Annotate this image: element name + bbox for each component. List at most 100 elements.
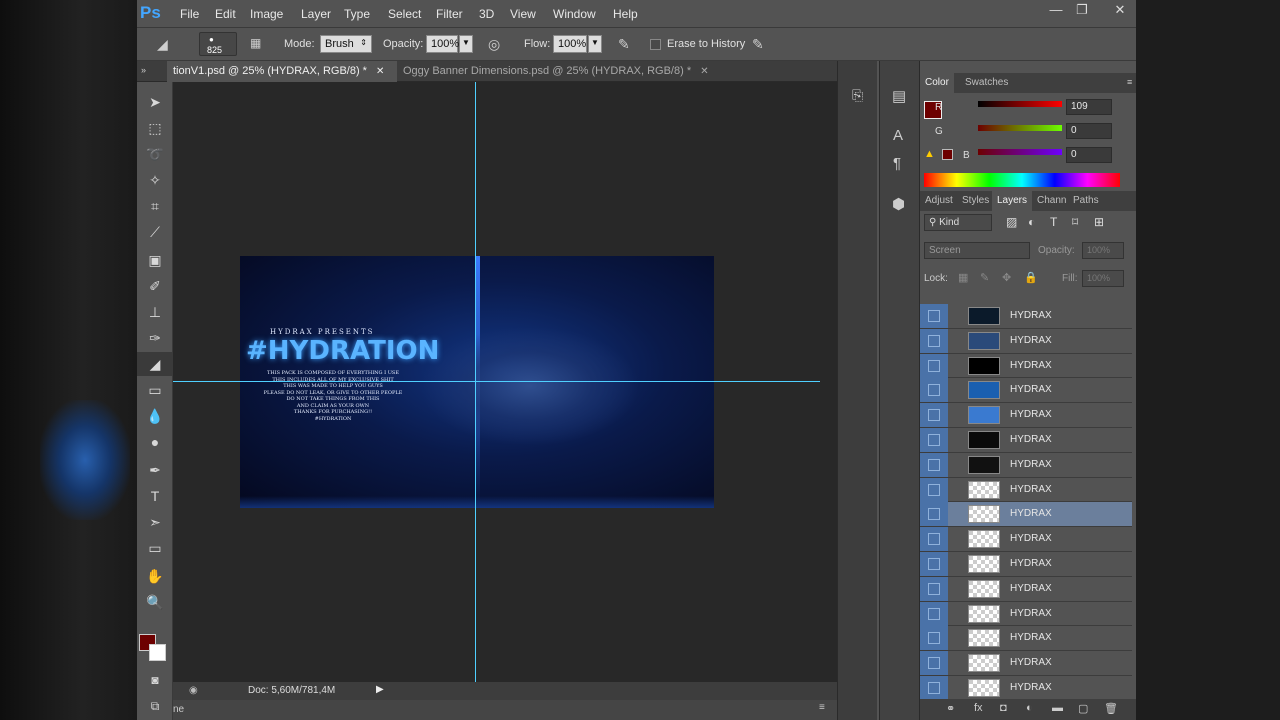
type-tool-icon[interactable]: T [137,484,173,508]
gamut-color-chip[interactable] [942,149,953,160]
eraser-tool-icon[interactable]: ◢ [157,36,168,53]
layer-row[interactable]: HYDRAX [920,452,1132,478]
menu-filter[interactable]: Filter [436,7,463,21]
layer-visibility-toggle[interactable] [920,353,948,378]
background-color-swatch[interactable] [149,644,166,661]
lock-all-icon[interactable]: 🔒 [1024,271,1038,284]
screen-mode-icon[interactable]: ⧉ [137,694,173,718]
canvas-area[interactable]: HYDRAX PRESENTS #HYDRATION THIS PACK IS … [173,82,837,682]
layer-visibility-toggle[interactable] [920,378,948,403]
layer-row[interactable]: HYDRAX [920,676,1132,699]
menu-layer[interactable]: Layer [301,7,331,21]
fill-input[interactable]: 100% [1082,270,1124,287]
close-icon[interactable]: ✕ [700,66,708,77]
vertical-guide[interactable] [475,82,476,682]
paragraph-panel-icon[interactable]: ¶ [893,155,901,172]
filter-kind-dropdown[interactable]: ⚲ Kind [924,214,992,231]
r-value[interactable]: 109 [1066,99,1112,115]
panel-menu-icon[interactable]: ≡ [819,702,825,713]
opacity-input[interactable]: 100% [426,35,459,53]
layer-visibility-toggle[interactable] [920,428,948,452]
b-slider[interactable] [978,149,1062,155]
layer-opacity-input[interactable]: 100% [1082,242,1124,259]
brush-tool-icon[interactable]: ✐ [137,274,173,298]
hand-tool-icon[interactable]: ✋ [137,564,173,588]
brush-panel-icon[interactable]: ▦ [250,36,261,50]
horizontal-guide[interactable] [173,381,820,382]
r-slider[interactable] [978,101,1062,107]
brush-preset-picker[interactable]: ● 825 [199,32,237,56]
lock-position-icon[interactable]: ✥ [1002,271,1011,284]
layer-row[interactable]: HYDRAX [920,527,1132,552]
flow-input[interactable]: 100% [553,35,587,53]
layer-row[interactable]: HYDRAX [920,651,1132,676]
layer-visibility-toggle[interactable] [920,452,948,477]
character-panel-icon[interactable]: A [893,127,903,144]
layer-visibility-toggle[interactable] [920,651,948,676]
tab-layers[interactable]: Layers [992,191,1033,211]
menu-window[interactable]: Window [553,7,596,21]
layer-visibility-toggle[interactable] [920,626,948,651]
tabs-overflow-icon[interactable]: » [141,65,146,75]
layer-visibility-toggle[interactable] [920,304,948,328]
menu-view[interactable]: View [510,7,536,21]
pressure-size-icon[interactable]: ✎ [752,36,764,53]
rectangle-tool-icon[interactable]: ▭ [137,536,173,560]
crop-tool-icon[interactable]: ⌗ [137,194,173,218]
b-value[interactable]: 0 [1066,147,1112,163]
add-mask-icon[interactable]: ◘ [1000,702,1007,714]
color-spectrum-bar[interactable] [924,173,1120,187]
lock-transparent-icon[interactable]: ▦ [958,271,968,284]
marquee-tool-icon[interactable]: ⬚ [137,116,173,140]
pen-tool-icon[interactable]: ✒ [137,458,173,482]
layer-visibility-toggle[interactable] [920,477,948,502]
zoom-icon[interactable]: ◉ [189,685,198,696]
link-layers-icon[interactable]: ⚭ [946,702,955,715]
blend-mode-dropdown[interactable]: Screen [924,242,1030,259]
filter-pixel-icon[interactable]: ▨ [1006,215,1017,229]
close-button[interactable]: ✕ [1109,2,1131,18]
layer-row[interactable]: HYDRAX [920,477,1132,503]
menu-help[interactable]: Help [613,7,638,21]
zoom-tool-icon[interactable]: 🔍 [137,590,173,614]
tab-oggy-banner[interactable]: Oggy Banner Dimensions.psd @ 25% (HYDRAX… [397,61,717,82]
tab-swatches[interactable]: Swatches [960,73,1013,93]
tab-color[interactable]: Color [920,73,954,93]
healing-tool-icon[interactable]: ▣ [137,248,173,272]
lasso-tool-icon[interactable]: ➰ [137,142,173,166]
lock-pixels-icon[interactable]: ✎ [980,271,989,284]
history-panel-icon[interactable]: ⎘ [852,87,863,104]
layer-visibility-toggle[interactable] [920,576,948,601]
layer-visibility-toggle[interactable] [920,328,948,353]
menu-3d[interactable]: 3D [479,7,494,21]
gradient-tool-icon[interactable]: ▭ [137,378,173,402]
path-selection-tool-icon[interactable]: ➣ [137,510,173,534]
properties-panel-icon[interactable]: ▤ [892,87,906,105]
minimize-button[interactable]: — [1045,2,1067,18]
warning-icon[interactable]: ▲ [924,148,935,160]
tab-styles[interactable]: Styles [957,191,994,211]
status-menu-arrow-icon[interactable]: ▶ [376,684,384,695]
layer-visibility-toggle[interactable] [920,403,948,428]
tab-channels[interactable]: Chann [1032,191,1071,211]
move-tool-icon[interactable]: ➤ [137,90,173,114]
layer-row[interactable]: HYDRAX [920,502,1132,528]
eyedropper-tool-icon[interactable]: ⟋ [137,220,173,244]
layer-row[interactable]: HYDRAX [920,626,1132,652]
g-value[interactable]: 0 [1066,123,1112,139]
menu-select[interactable]: Select [388,7,421,21]
quick-selection-tool-icon[interactable]: ✧ [137,168,173,192]
filter-type-icon[interactable]: T [1050,215,1057,229]
filter-shape-icon[interactable]: ⌑ [1072,215,1078,229]
restore-button[interactable]: ❐ [1071,2,1093,18]
tab-hydration[interactable]: tionV1.psd @ 25% (HYDRAX, RGB/8) * ✕ [167,61,397,82]
history-brush-tool-icon[interactable]: ✑ [137,326,173,350]
close-icon[interactable]: ✕ [376,66,384,77]
layer-style-icon[interactable]: fx [974,702,983,714]
pressure-opacity-icon[interactable]: ◎ [488,36,500,53]
new-layer-icon[interactable]: ▢ [1078,702,1088,715]
layer-row[interactable]: HYDRAX [920,328,1132,354]
clone-stamp-tool-icon[interactable]: ⊥ [137,300,173,324]
adjustment-layer-icon[interactable]: ◐ [1026,702,1033,714]
layer-visibility-toggle[interactable] [920,552,948,576]
